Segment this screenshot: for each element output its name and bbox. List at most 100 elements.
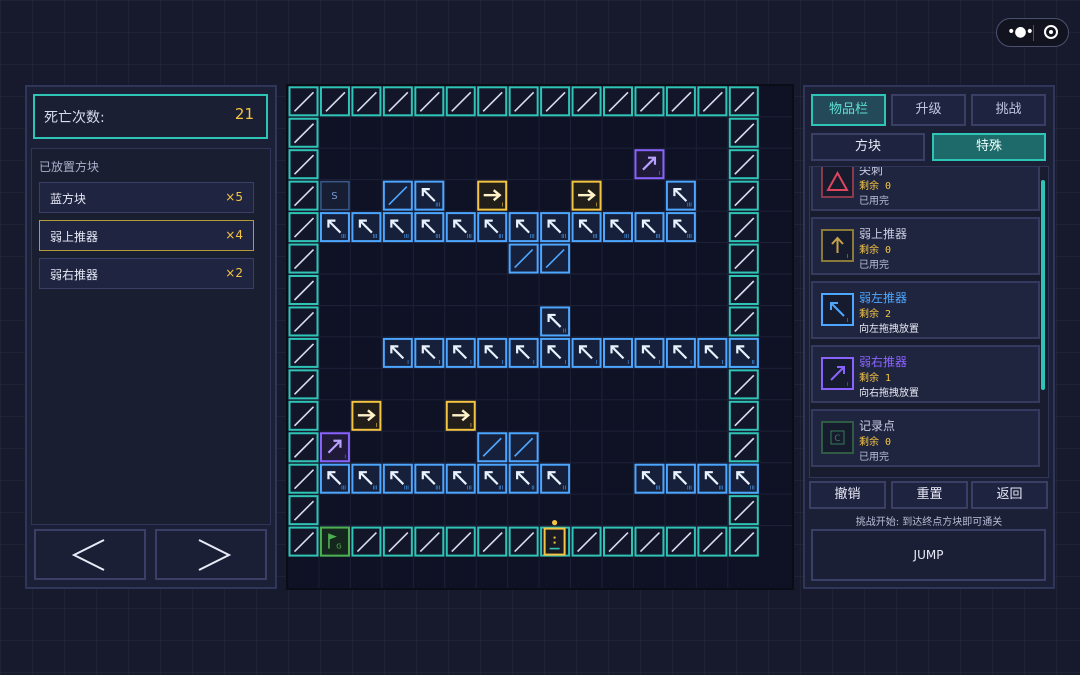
- svg-text:III: III: [404, 486, 409, 492]
- left-pusher-tile[interactable]: III: [445, 463, 476, 494]
- item-card-weak-left-pusher[interactable]: I 弱左推器 剩余 2 向左拖拽放置: [811, 281, 1040, 339]
- left-pusher-tile[interactable]: II: [728, 337, 759, 368]
- next-button[interactable]: [155, 529, 267, 580]
- left-pusher-tile[interactable]: I: [445, 337, 476, 368]
- wall-tile: [288, 463, 319, 494]
- more-icon[interactable]: •●•: [1007, 24, 1034, 42]
- subtab-blocks[interactable]: 方块: [811, 133, 925, 161]
- left-pusher-tile[interactable]: III: [634, 212, 665, 243]
- left-pusher-tile[interactable]: III: [382, 212, 413, 243]
- left-pusher-tile[interactable]: III: [477, 463, 508, 494]
- left-pusher-tile[interactable]: I: [477, 337, 508, 368]
- left-pusher-tile[interactable]: III: [697, 463, 728, 494]
- tab-upgrade[interactable]: 升级: [891, 94, 966, 126]
- wall-tile: [697, 526, 728, 557]
- tab-challenge[interactable]: 挑战: [971, 94, 1046, 126]
- arrow-up-icon: I: [821, 229, 854, 262]
- left-pusher-tile[interactable]: III: [414, 463, 445, 494]
- left-pusher-tile[interactable]: III: [540, 212, 571, 243]
- undo-button[interactable]: 撤销: [809, 481, 886, 509]
- blue-block[interactable]: [508, 432, 539, 463]
- left-pusher-tile[interactable]: I: [382, 337, 413, 368]
- svg-text:III: III: [624, 234, 629, 240]
- svg-text:III: III: [435, 486, 440, 492]
- left-pusher-tile[interactable]: III: [414, 180, 445, 211]
- death-count: 21: [234, 105, 254, 123]
- left-pusher-tile[interactable]: I: [414, 337, 445, 368]
- back-button[interactable]: 返回: [971, 481, 1048, 509]
- left-pusher-tile[interactable]: III: [665, 212, 696, 243]
- prev-button[interactable]: [34, 529, 146, 580]
- right-pusher-tile[interactable]: I: [477, 180, 508, 211]
- left-pusher-tile[interactable]: III: [414, 212, 445, 243]
- board-canvas[interactable]: SIII I I IIIIIII III III III III III III III III III…: [288, 86, 792, 588]
- svg-text:III: III: [750, 486, 755, 492]
- left-pusher-tile[interactable]: III: [508, 212, 539, 243]
- purple-pusher-tile[interactable]: I: [319, 432, 350, 463]
- capsule-divider: [1033, 25, 1034, 41]
- left-pusher-tile[interactable]: III: [477, 212, 508, 243]
- item-status: 向左拖拽放置: [859, 324, 919, 335]
- placed-item-weak-up-pusher[interactable]: 弱上推器 ×4: [39, 220, 254, 251]
- left-pusher-tile[interactable]: III: [665, 463, 696, 494]
- left-pusher-tile[interactable]: III: [445, 212, 476, 243]
- right-pusher-tile[interactable]: I: [445, 400, 476, 431]
- left-pusher-tile[interactable]: I: [634, 337, 665, 368]
- placed-item-weak-right-pusher[interactable]: 弱右推器 ×2: [39, 258, 254, 289]
- left-pusher-tile[interactable]: I: [508, 337, 539, 368]
- blue-block[interactable]: [382, 180, 413, 211]
- left-pusher-tile[interactable]: III: [382, 463, 413, 494]
- left-pusher-tile[interactable]: II: [540, 306, 571, 337]
- wall-tile: [571, 526, 602, 557]
- left-pusher-tile[interactable]: I: [571, 337, 602, 368]
- left-pusher-tile[interactable]: I: [603, 337, 633, 368]
- placed-item-count: ×5: [225, 190, 243, 204]
- svg-text:III: III: [687, 486, 692, 492]
- game-board[interactable]: S III I I III I III III III III III III III III III III…: [286, 84, 794, 590]
- left-pusher-tile[interactable]: II: [540, 463, 571, 494]
- right-pusher-tile[interactable]: I: [571, 180, 602, 211]
- blue-block[interactable]: [540, 243, 571, 274]
- left-pusher-tile[interactable]: III: [728, 463, 759, 494]
- placed-blocks-title: 已放置方块: [39, 160, 100, 174]
- left-pusher-tile[interactable]: I: [697, 337, 728, 368]
- goal-tile[interactable]: G: [319, 526, 350, 557]
- svg-text:III: III: [656, 234, 661, 240]
- blue-block[interactable]: [477, 432, 508, 463]
- chevron-right-icon: [198, 539, 232, 571]
- svg-text:III: III: [561, 234, 566, 240]
- wall-tile: [288, 369, 319, 400]
- item-card-checkpoint[interactable]: C 记录点 剩余 0 已用完: [811, 409, 1040, 467]
- item-remaining: 剩余 0: [859, 245, 892, 256]
- left-pusher-tile[interactable]: I: [540, 337, 571, 368]
- close-target-icon[interactable]: [1044, 25, 1058, 39]
- right-pusher-tile[interactable]: I: [351, 400, 382, 431]
- wall-tile: [634, 86, 665, 117]
- item-card-weak-right-pusher[interactable]: I 弱右推器 剩余 1 向右拖拽放置: [811, 345, 1040, 403]
- left-pusher-tile[interactable]: III: [351, 463, 382, 494]
- tab-inventory[interactable]: 物品栏: [811, 94, 886, 126]
- left-pusher-tile[interactable]: III: [665, 180, 696, 211]
- wall-tile: [445, 86, 476, 117]
- wall-tile: [728, 149, 759, 180]
- left-pusher-tile[interactable]: I: [665, 337, 696, 368]
- wall-tile: [728, 212, 759, 243]
- item-card-spike[interactable]: 尖刺 剩余 0 已用完: [811, 167, 1040, 211]
- left-pusher-tile[interactable]: III: [319, 212, 350, 243]
- jump-button[interactable]: JUMP: [811, 529, 1046, 581]
- purple-pusher-tile[interactable]: I: [634, 149, 665, 180]
- inventory-list[interactable]: 尖刺 剩余 0 已用完 I 弱上推器 剩余 0 已用完 I 弱左推器 剩余 2 …: [809, 166, 1049, 478]
- left-pusher-tile[interactable]: II: [508, 463, 539, 494]
- blue-block[interactable]: [508, 243, 539, 274]
- subtab-special[interactable]: 特殊: [932, 133, 1046, 161]
- left-pusher-tile[interactable]: III: [319, 463, 350, 494]
- left-pusher-tile[interactable]: III: [571, 212, 602, 243]
- left-pusher-tile[interactable]: III: [351, 212, 382, 243]
- inventory-scrollbar[interactable]: [1041, 180, 1045, 390]
- start-tile[interactable]: S: [320, 180, 350, 211]
- left-pusher-tile[interactable]: III: [603, 212, 633, 243]
- left-pusher-tile[interactable]: III: [634, 463, 665, 494]
- placed-item-blue-block[interactable]: 蓝方块 ×5: [39, 182, 254, 213]
- reset-button[interactable]: 重置: [891, 481, 968, 509]
- item-card-weak-up-pusher[interactable]: I 弱上推器 剩余 0 已用完: [811, 217, 1040, 275]
